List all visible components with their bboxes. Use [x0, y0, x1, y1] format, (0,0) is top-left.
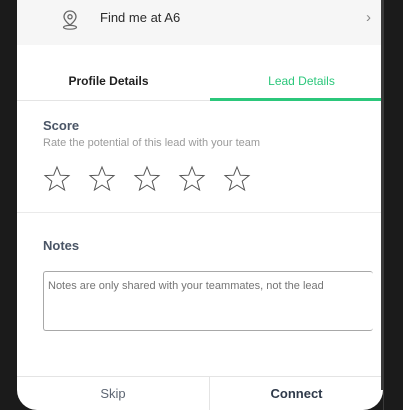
star-icon[interactable]	[88, 165, 116, 193]
connect-button[interactable]: Connect	[210, 377, 383, 410]
detail-tabs: Profile Details Lead Details	[17, 58, 383, 101]
map-pin-icon	[60, 9, 80, 31]
score-heading: Score	[43, 118, 80, 133]
screen: Find me at A6 › Profile Details Lead Det…	[17, 0, 383, 410]
action-bar: Skip Connect	[17, 376, 383, 410]
star-icon[interactable]	[178, 165, 206, 193]
tab-lead-details[interactable]: Lead Details	[210, 58, 383, 100]
star-icon[interactable]	[223, 165, 251, 193]
phone-bezel-right	[381, 0, 403, 410]
section-divider	[17, 212, 383, 213]
star-icon[interactable]	[43, 165, 71, 193]
location-row[interactable]: Find me at A6 ›	[17, 0, 383, 45]
chevron-right-icon: ›	[366, 9, 371, 26]
notes-input[interactable]	[43, 271, 373, 331]
tab-profile-details[interactable]: Profile Details	[17, 58, 200, 100]
star-icon[interactable]	[133, 165, 161, 193]
location-label: Find me at A6	[100, 10, 181, 25]
active-tab-indicator	[210, 98, 383, 101]
score-subtitle: Rate the potential of this lead with you…	[43, 137, 261, 149]
phone-bezel-left	[0, 0, 17, 410]
skip-button[interactable]: Skip	[17, 377, 209, 410]
notes-heading: Notes	[43, 238, 80, 253]
